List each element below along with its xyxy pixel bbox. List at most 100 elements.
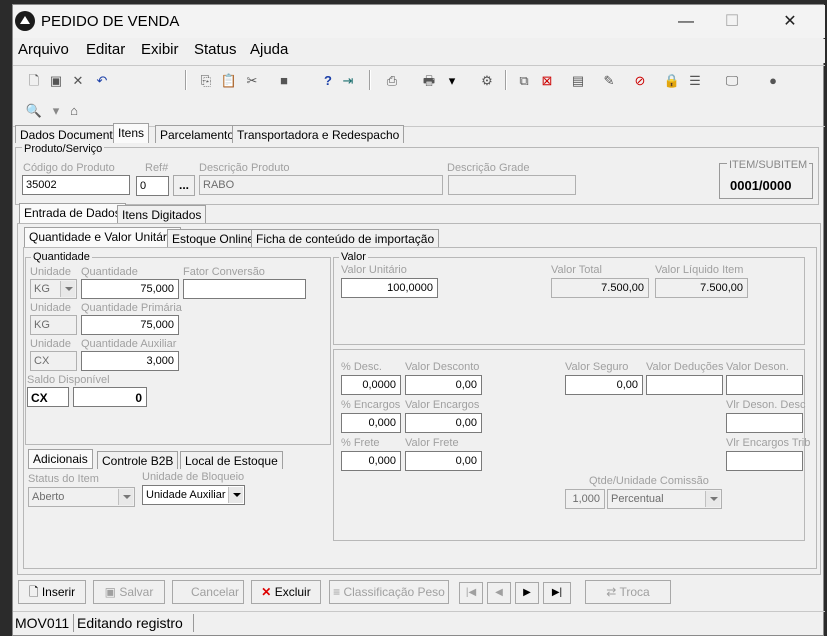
menu-editar[interactable]: Editar xyxy=(86,41,125,58)
save-icon[interactable]: ▣ xyxy=(47,72,65,90)
valor-deson-input[interactable] xyxy=(726,375,803,395)
menu-status[interactable]: Status xyxy=(194,41,237,58)
dropdown-arrow-icon[interactable]: ▾ xyxy=(443,72,461,90)
remove-doc-icon[interactable]: ⊠ xyxy=(538,72,556,90)
troca-button[interactable]: ⇄ Troca xyxy=(585,580,671,604)
unitario-label: Valor Unitário xyxy=(341,264,407,276)
valor-frete-input[interactable]: 0,00 xyxy=(405,451,482,471)
tab-ficha-importacao[interactable]: Ficha de conteúdo de importação xyxy=(251,229,440,247)
classificacao-peso-button[interactable]: ≡ Classificação Peso xyxy=(329,580,449,604)
valor-deducoes-input[interactable] xyxy=(646,375,723,395)
first-record-button[interactable]: |◀ xyxy=(459,582,483,604)
tab-itens[interactable]: Itens xyxy=(113,123,150,143)
menu-bar: Arquivo Editar Exibir Status Ajuda xyxy=(13,39,825,63)
tab-controle-b2b[interactable]: Controle B2B xyxy=(97,451,179,469)
valor-encargos-input[interactable]: 0,00 xyxy=(405,413,482,433)
quantidade-primaria-input[interactable]: 75,000 xyxy=(81,315,179,335)
stop-icon[interactable]: ■ xyxy=(275,72,293,90)
maximize-button[interactable]: ☐ xyxy=(709,7,755,37)
menu-ajuda[interactable]: Ajuda xyxy=(250,41,288,58)
save-icon: ▣ xyxy=(104,585,120,599)
liquido-label: Valor Líquido Item xyxy=(655,264,744,276)
fator-conversao-input[interactable] xyxy=(183,279,306,299)
unidade-select-value: KG xyxy=(34,283,50,295)
inserir-button[interactable]: 🗋 Inserir xyxy=(18,580,86,604)
delete-icon[interactable]: ✕ xyxy=(69,72,87,90)
tab-entrada-dados[interactable]: Entrada de Dados xyxy=(19,203,126,223)
desc-pct-input[interactable]: 0,0000 xyxy=(341,375,401,395)
monitor-icon[interactable]: 🖵 xyxy=(723,72,741,90)
exit-icon[interactable]: ⇥ xyxy=(339,72,357,90)
previous-record-button[interactable]: ◀ xyxy=(487,582,511,604)
tab-quantidade-valor[interactable]: Quantidade e Valor Unitário xyxy=(24,227,182,247)
tab-itens-digitados[interactable]: Itens Digitados xyxy=(117,205,207,223)
unidade-select[interactable]: KG xyxy=(30,279,77,299)
globe-icon[interactable]: ● xyxy=(764,72,782,90)
app-logo-icon xyxy=(15,11,35,31)
duplicate-icon[interactable]: ⧉ xyxy=(515,72,533,90)
quantidade-auxiliar-input[interactable]: 3,000 xyxy=(81,351,179,371)
delete-icon: ✕ xyxy=(261,585,275,599)
tab-local-estoque[interactable]: Local de Estoque xyxy=(180,451,283,469)
enc-pct-input[interactable]: 0,000 xyxy=(341,413,401,433)
new-icon[interactable]: 🗋 xyxy=(25,72,43,90)
ref-input[interactable]: 0 xyxy=(136,176,169,196)
unidade-bloqueio-select[interactable]: Unidade Auxiliar xyxy=(142,485,245,505)
print-preview-icon[interactable]: 🖶 xyxy=(420,72,438,90)
help-icon[interactable]: ? xyxy=(319,72,337,90)
primaria-label: Quantidade Primária xyxy=(81,302,182,314)
window-title: PEDIDO DE VENDA xyxy=(41,13,180,30)
salvar-button[interactable]: ▣ Salvar xyxy=(93,580,165,604)
vlr-encargos-trib-input[interactable] xyxy=(726,451,803,471)
undo-icon[interactable]: ↶ xyxy=(93,72,111,90)
copy-icon[interactable]: ⎘ xyxy=(197,72,215,90)
frete-pct-label: % Frete xyxy=(341,437,380,449)
comissao-tipo-select[interactable]: Percentual xyxy=(607,489,722,509)
paste-icon[interactable]: 📋 xyxy=(220,72,238,90)
excluir-button[interactable]: ✕ Excluir xyxy=(251,580,321,604)
auxiliar-label: Quantidade Auxiliar xyxy=(81,338,177,350)
close-button[interactable]: ✕ xyxy=(767,7,813,37)
minimize-button[interactable]: — xyxy=(663,7,709,37)
codigo-produto-input[interactable]: 35002 xyxy=(22,175,130,195)
home-icon[interactable]: ⌂ xyxy=(65,102,83,120)
lookup-button[interactable]: ... xyxy=(173,175,195,196)
search-doc-icon[interactable]: 🔍 xyxy=(25,102,43,120)
unidade-bloqueio-value: Unidade Auxiliar xyxy=(146,489,226,501)
frete-pct-input[interactable]: 0,000 xyxy=(341,451,401,471)
tab-estoque-online[interactable]: Estoque Online xyxy=(167,229,260,247)
deson-label: Valor Deson. xyxy=(726,361,789,373)
comissao-value-field: 1,000 xyxy=(565,489,605,509)
tab-parcelamento[interactable]: Parcelamento xyxy=(155,125,240,143)
status-item-select[interactable]: Aberto xyxy=(28,487,135,507)
quantidade-label: Quantidade xyxy=(81,266,138,278)
valor-seguro-input[interactable]: 0,00 xyxy=(565,375,643,395)
valor-desconto-input[interactable]: 0,00 xyxy=(405,375,482,395)
tab-dados-documento[interactable]: Dados Documento xyxy=(15,125,125,143)
status-bar: MOV011 Editando registro xyxy=(13,611,825,633)
desc-pct-label: % Desc. xyxy=(341,361,382,373)
toolbar-separator xyxy=(505,70,507,90)
cancel-doc-icon[interactable]: ⊘ xyxy=(631,72,649,90)
tab-adicionais[interactable]: Adicionais xyxy=(28,449,93,469)
print-icon[interactable]: ⎙ xyxy=(383,72,401,90)
dropdown-arrow-icon[interactable]: ▾ xyxy=(47,102,65,120)
edit-icon[interactable]: ✎ xyxy=(600,72,618,90)
lock-icon[interactable]: 🔒 xyxy=(663,72,681,90)
troca-label: Troca xyxy=(619,585,650,599)
last-record-button[interactable]: ▶| xyxy=(543,582,571,604)
fator-label: Fator Conversão xyxy=(183,266,265,278)
cancelar-button[interactable]: Cancelar xyxy=(172,580,244,604)
list-icon[interactable]: ☰ xyxy=(686,72,704,90)
menu-arquivo[interactable]: Arquivo xyxy=(18,41,69,58)
menu-exibir[interactable]: Exibir xyxy=(141,41,179,58)
cut-icon[interactable]: ✂ xyxy=(243,72,261,90)
grid-icon[interactable]: ▤ xyxy=(569,72,587,90)
vlr-deson-desc-input[interactable] xyxy=(726,413,803,433)
next-record-button[interactable]: ▶ xyxy=(515,582,539,604)
tools-icon[interactable]: ⚙ xyxy=(478,72,496,90)
enc-pct-label: % Encargos xyxy=(341,399,401,411)
tab-transportadora[interactable]: Transportadora e Redespacho xyxy=(232,125,405,143)
quantidade-input[interactable]: 75,000 xyxy=(81,279,179,299)
valor-unitario-input[interactable]: 100,0000 xyxy=(341,278,438,298)
